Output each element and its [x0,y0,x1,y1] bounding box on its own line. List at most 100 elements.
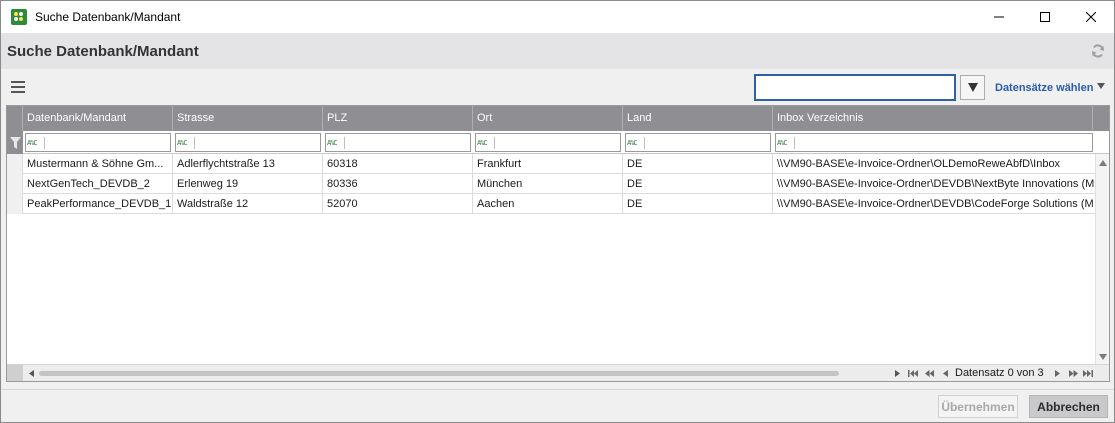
minimize-button[interactable] [976,1,1022,33]
header-corner [7,106,23,131]
window-controls [976,1,1114,33]
cell-inbox: \\VM90-BASE\e-Invoice-Ordner\DEVDB\NextB… [777,178,1095,190]
search-dropdown-button[interactable] [960,75,985,100]
cell-datenbank: NextGenTech_DEVDB_2 [23,174,173,194]
title-bar: Suche Datenbank/Mandant [1,1,1114,33]
cell-datenbank: Mustermann & Söhne Gm... [23,154,173,174]
filter-operator-icon[interactable]: A%C [177,137,195,149]
filter-input-ort[interactable] [497,134,619,151]
close-button[interactable] [1068,1,1114,33]
search-input[interactable] [754,74,956,101]
apply-button[interactable]: Übernehmen [938,395,1018,418]
filter-inbox: A%C [775,133,1093,152]
rewind-icon [924,370,934,377]
app-icon [11,9,27,25]
grid-footer: Datensatz 0 von 3 [7,364,1109,381]
caret-down-icon[interactable] [1097,83,1105,89]
filter-input-strasse[interactable] [197,134,319,151]
grid-header: Datenbank/Mandant Strasse PLZ Ort Land I… [7,106,1109,131]
minimize-icon [994,16,1004,18]
first-record-button[interactable] [907,367,919,380]
cell-ort: Frankfurt [473,154,623,174]
scroll-right-icon[interactable] [895,370,900,377]
cell-plz: 60318 [323,154,473,174]
column-header-strasse[interactable]: Strasse [173,106,323,131]
filter-land: A%C [625,133,771,152]
fast-forward-icon [1068,370,1078,377]
dialog-header: Suche Datenbank/Mandant [1,33,1114,69]
grid-rows: Mustermann & Söhne Gm... Adlerflychtstra… [7,154,1097,214]
filter-operator-icon[interactable]: A%C [477,137,495,149]
footer-corner [7,365,23,381]
filter-row: A%C A%C A%C A%C A%C A%C [7,131,1109,154]
filter-datenbank: A%C [25,133,171,152]
filter-plz: A%C [325,133,471,152]
cell-land: DE [623,174,773,194]
cell-strasse: Erlenweg 19 [173,174,323,194]
next-record-button[interactable] [1051,367,1063,380]
chevron-right-icon [1054,370,1060,377]
row-indicator[interactable] [7,174,23,194]
page-title: Suche Datenbank/Mandant [7,42,199,60]
row-indicator[interactable] [7,154,23,174]
column-header-inbox[interactable]: Inbox Verzeichnis [773,106,1093,131]
filter-toggle[interactable] [7,131,23,154]
maximize-button[interactable] [1022,1,1068,33]
filter-ort: A%C [475,133,621,152]
row-indicator[interactable] [7,194,23,214]
refresh-icon[interactable] [1090,43,1106,59]
table-row[interactable]: NextGenTech_DEVDB_2 Erlenweg 19 80336 Mü… [7,174,1097,194]
table-row[interactable]: Mustermann & Söhne Gm... Adlerflychtstra… [7,154,1097,174]
first-page-icon [908,370,918,377]
results-grid: Datenbank/Mandant Strasse PLZ Ort Land I… [6,105,1110,382]
hamburger-menu-icon[interactable] [10,79,26,95]
filter-operator-icon[interactable]: A%C [627,137,645,149]
filter-input-datenbank[interactable] [47,134,169,151]
vertical-scrollbar[interactable] [1095,154,1109,366]
previous-record-button[interactable] [939,367,951,380]
record-position: Datensatz 0 von 3 [955,367,1044,379]
next-page-button[interactable] [1067,367,1079,380]
column-header-land[interactable]: Land [623,106,773,131]
scroll-left-icon[interactable] [29,370,34,377]
filter-input-land[interactable] [647,134,769,151]
scroll-up-icon[interactable] [1099,160,1107,166]
filter-operator-icon[interactable]: A%C [327,137,345,149]
cell-plz: 80336 [323,174,473,194]
dialog-button-bar: Übernehmen Abbrechen [1,389,1114,422]
window-title: Suche Datenbank/Mandant [35,10,181,24]
close-icon [1086,12,1096,22]
cell-inbox: \\VM90-BASE\e-Invoice-Ordner\OLDemoReweA… [777,158,1061,170]
filter-operator-icon[interactable]: A%C [777,137,795,149]
column-header-datenbank[interactable]: Datenbank/Mandant [23,106,173,131]
triangle-down-icon [967,83,978,92]
cell-datenbank: PeakPerformance_DEVDB_1 [23,194,173,214]
table-row[interactable]: PeakPerformance_DEVDB_1 Waldstraße 12 52… [7,194,1097,214]
column-header-plz[interactable]: PLZ [323,106,473,131]
chevron-left-icon [942,370,948,377]
filter-operator-icon[interactable]: A%C [27,137,45,149]
column-header-ort[interactable]: Ort [473,106,623,131]
cancel-button[interactable]: Abbrechen [1029,395,1108,418]
cell-land: DE [623,194,773,214]
dialog-window: Suche Datenbank/Mandant Suche Datenbank/… [0,0,1115,423]
cell-ort: München [473,174,623,194]
filter-input-plz[interactable] [347,134,469,151]
cell-inbox: \\VM90-BASE\e-Invoice-Ordner\DEVDB\CodeF… [777,198,1094,210]
scroll-down-icon[interactable] [1099,354,1107,360]
cell-land: DE [623,154,773,174]
cell-plz: 52070 [323,194,473,214]
filter-input-inbox[interactable] [797,134,1091,151]
cell-strasse: Adlerflychtstraße 13 [173,154,323,174]
select-records-link[interactable]: Datensätze wählen [995,82,1093,94]
last-page-icon [1083,370,1093,377]
cell-strasse: Waldstraße 12 [173,194,323,214]
previous-page-button[interactable] [923,367,935,380]
horizontal-scrollbar[interactable] [39,371,839,376]
maximize-icon [1040,12,1050,22]
toolbar: Datensätze wählen [1,69,1114,105]
funnel-icon [9,136,21,149]
last-record-button[interactable] [1082,367,1094,380]
filter-strasse: A%C [175,133,321,152]
cell-ort: Aachen [473,194,623,214]
